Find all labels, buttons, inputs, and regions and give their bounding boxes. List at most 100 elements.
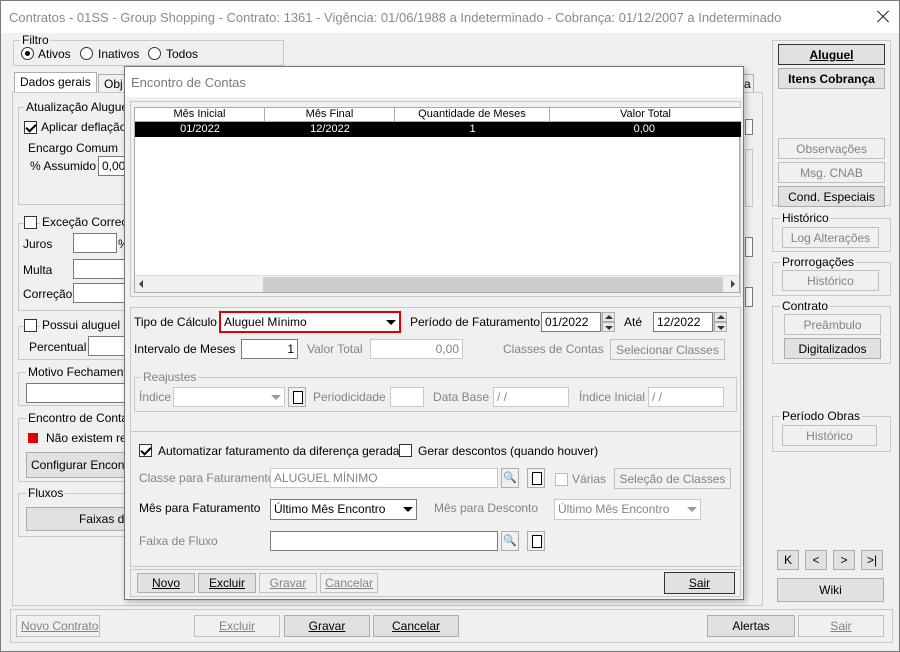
scroll-left-icon[interactable]: [139, 280, 143, 288]
msg-cnab-button[interactable]: Msg. CNAB: [778, 162, 885, 183]
wiki-button[interactable]: Wiki: [777, 578, 884, 602]
selecionar-classes-button[interactable]: Selecionar Classes: [610, 339, 725, 360]
selecao-classes-button[interactable]: Seleção de Classes: [614, 468, 731, 489]
gerar-descontos-checkbox[interactable]: [399, 444, 412, 457]
motivo-field[interactable]: [26, 383, 136, 403]
first-record-button[interactable]: K: [777, 550, 799, 570]
aplicar-deflacao-label: Aplicar deflação: [41, 120, 127, 134]
dialog-gravar-label: Gravar: [269, 576, 307, 590]
gerar-descontos-label: Gerar descontos (quando houver): [418, 444, 599, 458]
cancelar-label: Cancelar: [391, 619, 441, 633]
juros-field[interactable]: [73, 233, 117, 253]
next-record-button[interactable]: >: [833, 550, 855, 570]
grid-header-valor-total[interactable]: Valor Total: [550, 108, 741, 122]
mes-faturamento-value: Último Mês Encontro: [274, 502, 386, 516]
juros-label: Juros: [23, 237, 53, 251]
document-icon[interactable]: [527, 531, 545, 551]
grid-header-mes-inicial[interactable]: Mês Inicial: [135, 108, 265, 122]
dialog-sair-label: Sair: [688, 576, 711, 590]
classe-faturamento-label: Classe para Faturamento: [139, 471, 275, 485]
spin-up-icon[interactable]: [714, 312, 727, 322]
aplicar-deflacao-checkbox[interactable]: [24, 121, 37, 134]
data-base-field[interactable]: / /: [493, 387, 569, 407]
grid-cell[interactable]: 12/2022: [265, 122, 395, 137]
indice-select[interactable]: [173, 387, 285, 407]
spin-down-icon[interactable]: [602, 322, 615, 332]
dialog-sair-button[interactable]: Sair: [664, 572, 735, 594]
grid-cell[interactable]: 01/2022: [135, 122, 265, 137]
chevron-down-icon: [683, 500, 700, 519]
novo-contrato-button[interactable]: Novo Contrato: [16, 615, 100, 637]
document-icon[interactable]: [288, 387, 306, 407]
periodo-inicio-field[interactable]: 01/2022: [541, 312, 601, 332]
dialog-novo-button[interactable]: Novo: [137, 573, 195, 593]
indice-inicial-field[interactable]: / /: [648, 387, 724, 407]
atualizacao-label: Atualização Aluguel: [24, 100, 133, 114]
scroll-right-icon[interactable]: [731, 280, 735, 288]
log-alteracoes-button[interactable]: Log Alterações: [782, 227, 879, 248]
radio-ativos[interactable]: [21, 47, 34, 60]
preambulo-button[interactable]: Preâmbulo: [784, 314, 881, 335]
radio-inativos-label: Inativos: [98, 47, 140, 61]
periodo-inicio-spinner[interactable]: [601, 312, 615, 332]
radio-todos[interactable]: [148, 47, 161, 60]
periodo-label: Período de Faturamento: [410, 315, 541, 329]
indice-label: Índice: [139, 390, 172, 404]
sair-button[interactable]: Sair: [798, 615, 884, 637]
encontro-grid[interactable]: Mês Inicial Mês Final Quantidade de Mese…: [134, 107, 741, 293]
classe-faturamento-field[interactable]: ALUGUEL MÍNIMO: [270, 468, 498, 488]
excluir-button[interactable]: Excluir: [194, 615, 280, 637]
periodicidade-field[interactable]: [390, 387, 424, 407]
scroll-thumb[interactable]: [263, 277, 723, 292]
binoculars-icon[interactable]: 🔍: [501, 531, 519, 551]
alertas-button[interactable]: Alertas: [707, 615, 795, 637]
document-icon[interactable]: [527, 468, 545, 488]
grid-header-mes-final[interactable]: Mês Final: [265, 108, 395, 122]
intervalo-field[interactable]: 1: [241, 339, 298, 359]
grid-cell[interactable]: 0,00: [550, 122, 741, 137]
valor-total-label: Valor Total: [307, 342, 363, 356]
valor-total-field[interactable]: 0,00: [370, 339, 463, 359]
faixa-fluxo-field[interactable]: [270, 531, 498, 551]
radio-inativos[interactable]: [80, 47, 93, 60]
possui-aluguel-checkbox[interactable]: [24, 319, 37, 332]
observacoes-button[interactable]: Observações: [778, 138, 885, 159]
last-record-button[interactable]: >|: [861, 550, 883, 570]
mes-desconto-label: Mês para Desconto: [434, 501, 539, 515]
automatizar-checkbox[interactable]: [139, 444, 152, 457]
tab-dados-gerais[interactable]: Dados gerais: [14, 72, 97, 93]
novo-contrato-label: Novo Contrato: [21, 619, 99, 633]
itens-cobranca-button[interactable]: Itens Cobrança: [778, 68, 885, 89]
configurar-encontro-button[interactable]: Configurar Encontro: [26, 452, 136, 478]
grid-header-quantidade[interactable]: Quantidade de Meses: [395, 108, 550, 122]
binoculars-icon[interactable]: 🔍: [501, 468, 519, 488]
close-icon[interactable]: [869, 3, 897, 31]
dialog-gravar-button[interactable]: Gravar: [259, 573, 317, 593]
prorrogacoes-historico-button[interactable]: Histórico: [782, 270, 879, 291]
cond-especiais-button[interactable]: Cond. Especiais: [778, 186, 885, 207]
varias-checkbox[interactable]: [555, 473, 568, 486]
tab-dados-gerais-label: Dados gerais: [20, 75, 91, 89]
dialog-cancelar-button[interactable]: Cancelar: [320, 573, 378, 593]
grid-horizontal-scrollbar[interactable]: [135, 275, 739, 292]
faixas-button[interactable]: Faixas de: [26, 507, 136, 531]
periodo-fim-spinner[interactable]: [713, 312, 727, 332]
digitalizados-button[interactable]: Digitalizados: [784, 338, 881, 359]
grid-cell[interactable]: 1: [395, 122, 550, 137]
chevron-down-icon: [267, 388, 284, 406]
periodo-obras-label: Período Obras: [780, 409, 863, 423]
mes-faturamento-select[interactable]: Último Mês Encontro: [270, 499, 417, 520]
tipo-calculo-select[interactable]: Aluguel Mínimo: [219, 311, 401, 333]
cancelar-button[interactable]: Cancelar: [373, 615, 459, 637]
prev-record-button[interactable]: <: [805, 550, 827, 570]
gravar-label: Gravar: [308, 619, 346, 633]
gravar-button[interactable]: Gravar: [284, 615, 370, 637]
mes-desconto-select[interactable]: Último Mês Encontro: [554, 499, 701, 520]
spin-up-icon[interactable]: [602, 312, 615, 322]
periodo-obras-historico-button[interactable]: Histórico: [782, 425, 877, 446]
periodo-fim-field[interactable]: 12/2022: [653, 312, 713, 332]
spin-down-icon[interactable]: [714, 322, 727, 332]
excecao-checkbox[interactable]: [24, 216, 37, 229]
dialog-excluir-button[interactable]: Excluir: [198, 573, 256, 593]
aluguel-button[interactable]: Aluguel: [778, 44, 885, 65]
